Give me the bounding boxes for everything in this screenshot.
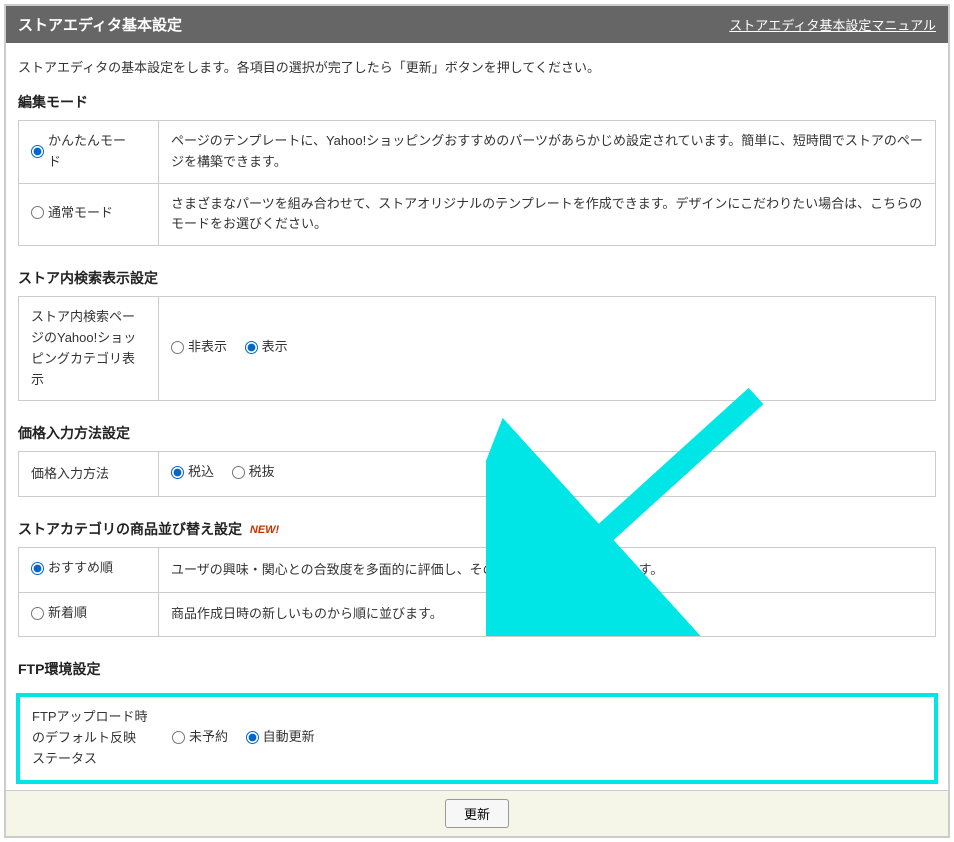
radio-search-show[interactable]: 表示 (245, 337, 288, 358)
radio-ftp-auto[interactable]: 自動更新 (246, 727, 315, 748)
section-title-price-input: 価格入力方法設定 (18, 417, 936, 451)
header-bar: ストアエディタ基本設定 ストアエディタ基本設定マニュアル (6, 6, 948, 43)
radio-sort-rec[interactable]: おすすめ順 (31, 558, 113, 579)
normal-mode-desc: さまざまなパーツを組み合わせて、ストアオリジナルのテンプレートを作成できます。デ… (159, 183, 936, 246)
radio-tax-incl-label: 税込 (188, 462, 214, 483)
intro-text: ストアエディタの基本設定をします。各項目の選択が完了したら「更新」ボタンを押して… (6, 43, 948, 86)
radio-search-hide[interactable]: 非表示 (171, 337, 227, 358)
sort-title-text: ストアカテゴリの商品並び替え設定 (18, 521, 242, 537)
section-title-ftp: FTP環境設定 (18, 653, 936, 687)
radio-search-show-label: 表示 (262, 337, 288, 358)
search-display-row-label: ストア内検索ページのYahoo!ショッピングカテゴリ表示 (19, 297, 159, 401)
radio-easy-mode[interactable]: かんたんモード (31, 131, 132, 173)
footer-area: 更新 (6, 790, 948, 836)
radio-sort-new[interactable]: 新着順 (31, 603, 87, 624)
update-button[interactable]: 更新 (445, 799, 509, 828)
radio-tax-excl[interactable]: 税抜 (232, 462, 275, 483)
page-title: ストアエディタ基本設定 (18, 14, 182, 35)
easy-mode-desc: ページのテンプレートに、Yahoo!ショッピングおすすめのパーツがあらかじめ設定… (159, 121, 936, 184)
section-sort: ストアカテゴリの商品並び替え設定 NEW! おすすめ順 ユーザの興味・関心との合… (6, 513, 948, 653)
radio-ftp-unreserved[interactable]: 未予約 (172, 727, 228, 748)
radio-tax-incl[interactable]: 税込 (171, 462, 214, 483)
section-price-input: 価格入力方法設定 価格入力方法 税込 税抜 (6, 417, 948, 513)
section-search-display: ストア内検索表示設定 ストア内検索ページのYahoo!ショッピングカテゴリ表示 … (6, 262, 948, 417)
section-title-edit-mode: 編集モード (18, 86, 936, 120)
radio-normal-mode[interactable]: 通常モード (31, 203, 113, 224)
manual-link[interactable]: ストアエディタ基本設定マニュアル (729, 15, 936, 34)
section-edit-mode: 編集モード かんたんモード ページのテンプレートに、Yahoo!ショッピングおす… (6, 86, 948, 262)
section-ftp: FTP環境設定 (6, 653, 948, 693)
section-title-sort: ストアカテゴリの商品並び替え設定 NEW! (18, 513, 936, 547)
radio-ftp-unreserved-label: 未予約 (189, 727, 228, 748)
radio-easy-mode-label: かんたんモード (48, 131, 132, 173)
section-title-search-display: ストア内検索表示設定 (18, 262, 936, 296)
radio-search-hide-label: 非表示 (188, 337, 227, 358)
radio-ftp-auto-label: 自動更新 (263, 727, 315, 748)
sort-rec-desc: ユーザの興味・関心との合致度を多面的に評価し、そのスコアの高い順で並びます。 (159, 548, 936, 593)
radio-sort-new-label: 新着順 (48, 603, 87, 624)
ftp-highlight-box: FTPアップロード時のデフォルト反映ステータス 未予約 自動更新 (16, 693, 938, 783)
radio-sort-rec-label: おすすめ順 (48, 558, 113, 579)
new-badge: NEW! (250, 524, 279, 536)
sort-new-desc: 商品作成日時の新しいものから順に並びます。 (159, 592, 936, 637)
radio-normal-mode-label: 通常モード (48, 203, 113, 224)
ftp-row-label: FTPアップロード時のデフォルト反映ステータス (20, 697, 160, 779)
price-input-row-label: 価格入力方法 (19, 452, 159, 497)
radio-tax-excl-label: 税抜 (249, 462, 275, 483)
